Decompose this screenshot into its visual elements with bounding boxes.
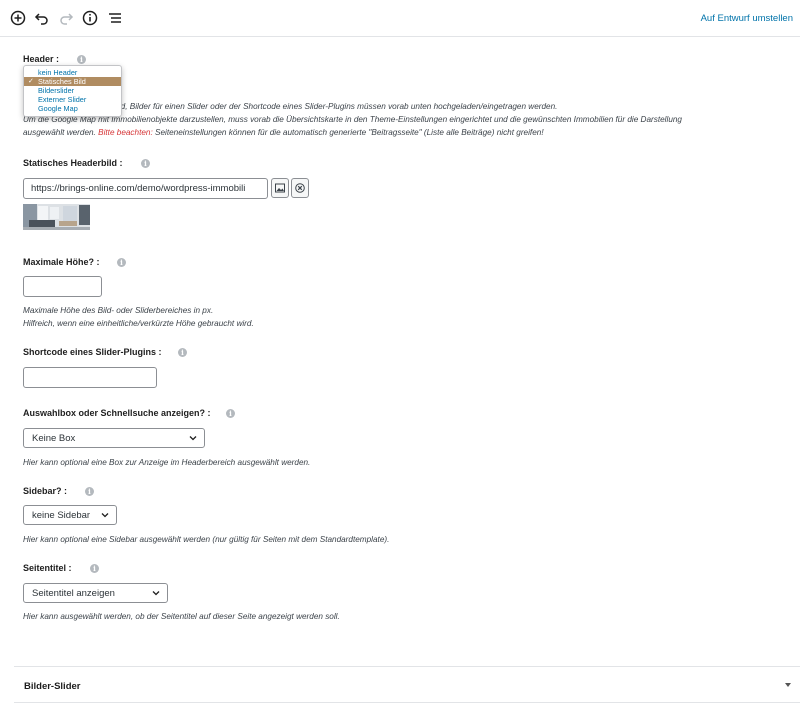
header-option[interactable]: Bilderslider (24, 86, 121, 95)
search-box-description: Hier kann optional eine Box zur Anzeige … (23, 458, 311, 467)
add-block-icon[interactable] (9, 9, 27, 27)
remove-image-button[interactable] (291, 178, 309, 198)
header-desc-line3-end: Seiteneinstellungen können für die autom… (152, 128, 544, 137)
sidebar-selected: keine Sidebar (32, 510, 91, 521)
page-title-selected: Seitentitel anzeigen (32, 588, 115, 599)
page-title-select[interactable]: Seitentitel anzeigen (23, 583, 168, 603)
header-option[interactable]: kein Header (24, 68, 121, 77)
info-icon: i (178, 348, 187, 357)
info-icon: i (77, 55, 86, 64)
max-height-label: Maximale Höhe? : (23, 257, 100, 267)
list-view-icon[interactable] (106, 9, 124, 27)
sidebar-label: Sidebar? : (23, 486, 68, 496)
image-icon (275, 183, 285, 193)
redo-icon[interactable] (57, 9, 75, 27)
info-icon[interactable] (81, 9, 99, 27)
chevron-down-icon (189, 436, 197, 441)
shortcode-label: Shortcode eines Slider-Plugins : (23, 347, 162, 357)
header-option[interactable]: Google Map (24, 104, 121, 113)
header-image-thumbnail (23, 204, 90, 230)
max-height-description: Maximale Höhe des Bild- oder Sliderberei… (23, 304, 254, 330)
editor-toolbar: Auf Entwurf umstellen (0, 0, 800, 37)
sidebar-select[interactable]: keine Sidebar (23, 505, 117, 525)
max-height-input[interactable] (23, 276, 102, 297)
caret-down-icon[interactable] (784, 681, 792, 689)
static-image-label: Statisches Headerbild : (23, 158, 123, 168)
info-icon: i (141, 159, 150, 168)
bilder-slider-panel[interactable]: Bilder-Slider (14, 666, 800, 703)
search-box-selected: Keine Box (32, 433, 76, 444)
header-select-dropdown[interactable]: kein Header ✓ Statisches Bild Bilderslide… (23, 65, 122, 117)
chevron-down-icon (101, 513, 109, 518)
max-height-desc-line2: Hilfreich, wenn eine einheitliche/verkür… (23, 319, 254, 328)
shortcode-input[interactable] (23, 367, 157, 388)
checkmark-icon: ✓ (28, 78, 34, 85)
search-box-label: Auswahlbox oder Schnellsuche anzeigen? : (23, 408, 211, 418)
max-height-desc-line1: Maximale Höhe des Bild- oder Sliderberei… (23, 306, 214, 315)
info-icon: i (226, 409, 235, 418)
undo-icon[interactable] (33, 9, 51, 27)
page-title-description: Hier kann ausgewählt werden, ob der Seit… (23, 612, 340, 621)
header-option[interactable]: Externer Slider (24, 95, 121, 104)
header-desc-line3-start: ausgewählt werden. (23, 128, 99, 137)
info-icon: i (90, 564, 99, 573)
warning-text: Bitte beachten: (98, 128, 153, 137)
header-desc-line3: ausgewählt werden. Bitte beachten: Seite… (23, 126, 682, 139)
bilder-slider-title: Bilder-Slider (24, 681, 81, 692)
page-title-label: Seitentitel : (23, 563, 72, 573)
info-icon: i (85, 487, 94, 496)
media-library-button[interactable] (271, 178, 289, 198)
header-option-selected[interactable]: ✓ Statisches Bild (24, 77, 121, 86)
header-option-label: Statisches Bild (38, 77, 86, 86)
close-icon (295, 183, 305, 193)
image-url-input[interactable]: https://brings-online.com/demo/wordpress… (23, 178, 268, 199)
chevron-down-icon (152, 591, 160, 596)
sidebar-description: Hier kann optional eine Sidebar ausgewäh… (23, 535, 390, 544)
header-label: Header : (23, 54, 60, 64)
switch-to-draft-button[interactable]: Auf Entwurf umstellen (701, 13, 793, 24)
info-icon: i (117, 258, 126, 267)
search-box-select[interactable]: Keine Box (23, 428, 205, 448)
